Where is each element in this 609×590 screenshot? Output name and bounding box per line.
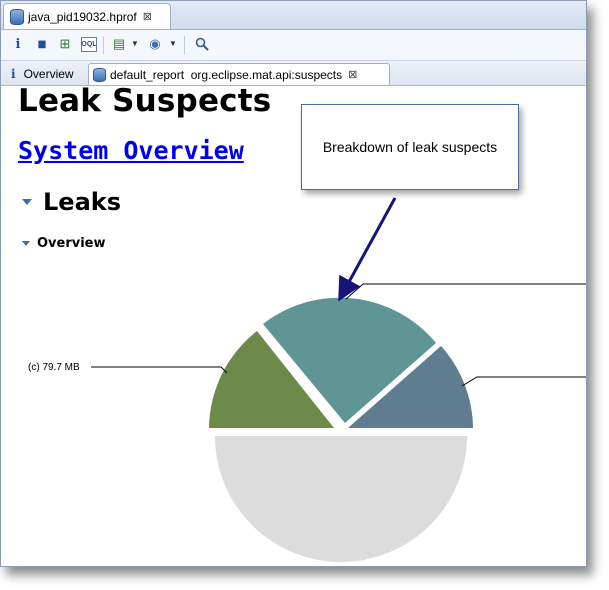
toolbar: i ▮▮ ⊞ OQL ▤ ▼ ◉ ▼ [1, 30, 586, 61]
histogram-icon[interactable]: ▮▮ [33, 36, 49, 52]
close-icon[interactable]: ⊠ [348, 68, 357, 81]
callout-text: Breakdown of leak suspects [322, 139, 498, 155]
tab-default-report[interactable]: default_report org.eclipse.mat.api:suspe… [88, 63, 390, 85]
editor-tab-label: java_pid19032.hprof [28, 9, 137, 24]
toolbar-separator [184, 36, 185, 54]
info-icon: i [11, 66, 16, 81]
dominator-tree-icon[interactable]: ⊞ [57, 36, 73, 52]
chevron-down-icon[interactable]: ▼ [169, 39, 177, 48]
arrow-line [338, 197, 397, 302]
annotation-callout: Breakdown of leak suspects [301, 104, 519, 190]
editor-tab-bar: java_pid19032.hprof ⊠ [1, 1, 586, 30]
search-icon[interactable] [194, 36, 210, 52]
run-report-icon[interactable]: ▤ [111, 36, 127, 52]
heap-dump-icon [10, 8, 24, 25]
oql-icon[interactable]: OQL [81, 37, 97, 52]
chevron-down-icon[interactable]: ▼ [131, 39, 139, 48]
editor-tab-hprof[interactable]: java_pid19032.hprof ⊠ [3, 3, 171, 29]
query-browser-icon[interactable]: ◉ [147, 36, 163, 52]
tab-report-label: default_report org.eclipse.mat.api:suspe… [110, 67, 343, 82]
info-icon[interactable]: i [10, 36, 26, 52]
close-icon[interactable]: ⊠ [143, 10, 152, 23]
tab-overview[interactable]: i Overview [11, 63, 74, 84]
report-icon [93, 67, 106, 82]
tab-overview-label: Overview [23, 66, 74, 81]
toolbar-separator [103, 36, 104, 54]
memory-analyzer-window: java_pid19032.hprof ⊠ i ▮▮ ⊞ OQL ▤ ▼ ◉ ▼… [0, 0, 587, 567]
